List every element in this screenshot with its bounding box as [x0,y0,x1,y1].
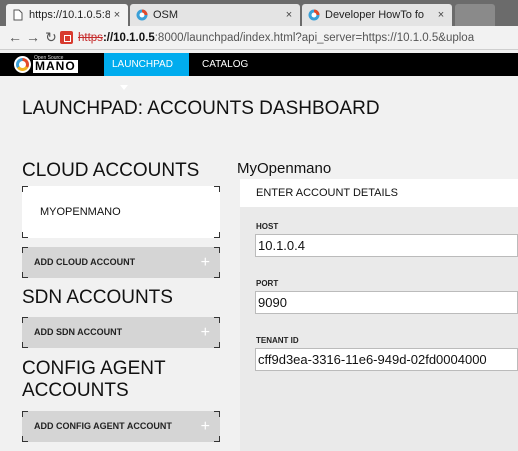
insecure-lock-icon[interactable] [60,31,73,44]
selected-account-name: MyOpenmano [237,160,332,177]
account-details-panel [240,179,518,451]
corner-decoration [22,232,28,238]
new-tab-button[interactable] [455,4,495,26]
corner-decoration [22,186,28,192]
nav-launchpad[interactable]: LAUNCHPAD [104,53,189,90]
browser-tab-howto[interactable]: Developer HowTo fo × [302,4,452,26]
nav-catalog-label: CATALOG [202,59,249,70]
corner-decoration [214,436,220,442]
corner-decoration [22,247,28,253]
url-host: ://10.1.0.5 [102,32,155,44]
corner-decoration [214,342,220,348]
cloud-accounts-title: CLOUD ACCOUNTS [22,160,200,181]
url-field[interactable]: https://10.1.0.5:8000/launchpad/index.ht… [78,29,518,47]
cloud-account-item[interactable]: MYOPENMANO [22,186,220,238]
plus-icon: + [200,254,210,271]
sdn-accounts-title: SDN ACCOUNTS [22,287,173,308]
browser-tab-label: OSM [153,9,179,21]
corner-decoration [214,232,220,238]
browser-tab-osm[interactable]: OSM × [130,4,300,26]
tab-close-icon[interactable]: × [434,9,448,21]
browser-tab-label: Developer HowTo fo [325,9,425,21]
config-agent-accounts-title: CONFIG AGENT ACCOUNTS [22,358,166,402]
add-cloud-account-label: ADD CLOUD ACCOUNT [34,257,136,267]
add-sdn-account-label: ADD SDN ACCOUNT [34,327,123,337]
cloud-account-name: MYOPENMANO [40,206,121,218]
corner-decoration [22,436,28,442]
corner-decoration [22,272,28,278]
reload-icon[interactable]: ↻ [42,28,60,46]
address-bar: ← → ↻ https://10.1.0.5:8000/launchpad/in… [0,26,518,50]
host-field[interactable]: 10.1.0.4 [255,234,518,257]
add-config-agent-account-label: ADD CONFIG AGENT ACCOUNT [34,421,172,431]
page-title: LAUNCHPAD: ACCOUNTS DASHBOARD [22,98,380,119]
add-cloud-account-button[interactable]: ADD CLOUD ACCOUNT + [22,247,220,278]
osm-icon [136,9,148,21]
back-arrow-icon[interactable]: ← [6,28,24,46]
add-config-agent-account-button[interactable]: ADD CONFIG AGENT ACCOUNT + [22,411,220,442]
page-icon [12,9,24,21]
plus-icon: + [200,324,210,341]
chevron-down-icon [120,84,128,90]
logo-text: MANO [33,60,78,73]
logo-mark-icon [14,56,31,73]
corner-decoration [214,186,220,192]
url-scheme: https [78,32,103,44]
corner-decoration [214,272,220,278]
port-field[interactable]: 9090 [255,291,518,314]
forward-arrow-icon[interactable]: → [24,28,42,46]
nav-catalog[interactable]: CATALOG [194,53,256,76]
osm-icon [308,9,320,21]
tenant-id-label: TENANT ID [256,336,299,345]
tenant-id-field[interactable]: cff9d3ea-3316-11e6-949d-02fd0004000 [255,348,518,371]
tab-close-icon[interactable]: × [110,9,124,21]
nav-launchpad-label: LAUNCHPAD [112,59,173,70]
host-label: HOST [256,222,279,231]
corner-decoration [214,411,220,417]
corner-decoration [22,317,28,323]
corner-decoration [22,342,28,348]
add-sdn-account-button[interactable]: ADD SDN ACCOUNT + [22,317,220,348]
app-navbar: Open Source MANO LAUNCHPAD CATALOG [0,53,518,90]
config-agent-title-line2: ACCOUNTS [22,380,129,401]
url-path: :8000/launchpad/index.html?api_server=ht… [154,32,475,44]
browser-tab-launchpad[interactable]: https://10.1.0.5:800( × [6,4,128,26]
config-agent-title-line1: CONFIG AGENT [22,358,166,379]
browser-tab-label: https://10.1.0.5:800( [29,9,110,21]
osm-logo[interactable]: Open Source MANO [14,55,90,74]
browser-tabstrip: https://10.1.0.5:800( × OSM × Developer … [0,0,518,26]
port-label: PORT [256,279,279,288]
plus-icon: + [200,418,210,435]
corner-decoration [214,247,220,253]
account-details-header: ENTER ACCOUNT DETAILS [240,179,518,207]
corner-decoration [22,411,28,417]
tab-close-icon[interactable]: × [282,9,296,21]
corner-decoration [214,317,220,323]
